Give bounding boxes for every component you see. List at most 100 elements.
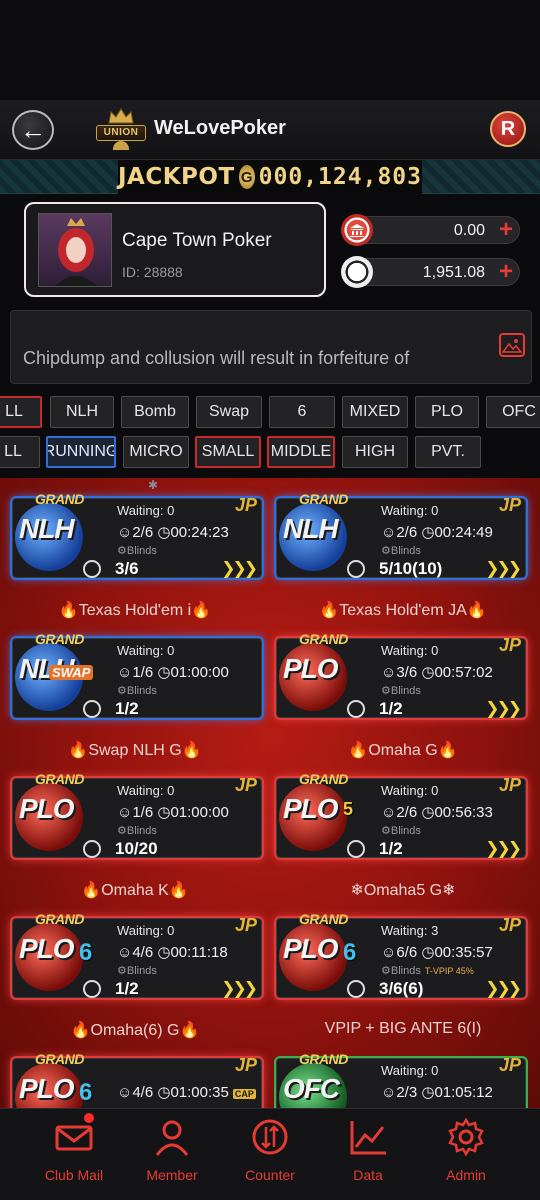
profile-card[interactable]: Cape Town Poker ID: 28888 bbox=[24, 202, 326, 297]
filter-nlh[interactable]: NLH bbox=[50, 396, 114, 428]
filter-plo[interactable]: PLO bbox=[415, 396, 479, 428]
r-button[interactable]: R bbox=[490, 111, 526, 147]
gear-icon bbox=[446, 1117, 486, 1157]
nav-label: Data bbox=[353, 1167, 383, 1183]
enter-arrows-icon[interactable]: ❯❯❯ bbox=[485, 559, 522, 579]
back-button[interactable]: ← bbox=[12, 110, 54, 150]
vpip-badge: T-VPIP 45% bbox=[424, 966, 474, 976]
table-title: 🔥Texas Hold'em JA🔥 bbox=[319, 602, 487, 619]
union-label: UNION bbox=[96, 125, 146, 141]
table-card[interactable]: GRAND PLO 6 JP ☺4/6 ◷01:00:35 CAP bbox=[12, 1051, 262, 1108]
jp-badge: JP bbox=[234, 495, 257, 515]
enter-arrows-icon[interactable]: ❯❯❯ bbox=[485, 699, 522, 719]
bank-amount: 0.00 bbox=[453, 222, 485, 239]
union-sun-icon bbox=[113, 141, 129, 150]
stopwatch-icon bbox=[83, 560, 101, 578]
game-filter-row: LL NLH Bomb Swap 6 MIXED PLO OFC bbox=[0, 396, 540, 430]
stopwatch-icon bbox=[347, 700, 365, 718]
status-bar-area bbox=[0, 0, 540, 100]
filter-6plus[interactable]: 6 bbox=[269, 396, 335, 428]
jp-badge: JP bbox=[498, 495, 521, 515]
enter-arrows-icon[interactable]: ❯❯❯ bbox=[221, 559, 258, 579]
blinds-label: ⚙Blinds bbox=[117, 685, 157, 697]
stake-micro[interactable]: MICRO bbox=[123, 436, 189, 468]
club-name: WeLovePoker bbox=[154, 117, 286, 139]
image-icon[interactable] bbox=[499, 333, 525, 357]
nlh-logo-icon: GRAND NLH bbox=[9, 489, 95, 575]
stake-running[interactable]: RUNNING bbox=[46, 436, 116, 468]
chip-amount: 1,951.08 bbox=[422, 264, 485, 281]
stake-value: 10/20 bbox=[115, 839, 158, 858]
plo6-logo-icon: GRAND PLO 6 bbox=[273, 909, 359, 995]
profile-name: Cape Town Poker bbox=[122, 230, 272, 251]
nav-member[interactable]: Member bbox=[122, 1117, 222, 1197]
waiting-count: Waiting: 0 bbox=[381, 503, 439, 518]
stake-pvt[interactable]: PVT. bbox=[415, 436, 481, 468]
players-time: ☺4/6 ◷01:00:35 CAP bbox=[117, 1084, 256, 1101]
blinds-label: ⚙Blinds bbox=[381, 825, 421, 837]
table-card[interactable]: GRAND PLO 6 Waiting: 3 JP ☺6/6 ◷00:35:57… bbox=[276, 911, 526, 999]
stopwatch-icon bbox=[347, 840, 365, 858]
nav-counter[interactable]: Counter bbox=[220, 1117, 320, 1197]
jp-badge: JP bbox=[234, 1055, 257, 1075]
table-card[interactable]: GRAND PLO 6 Waiting: 0 JP ☺4/6 ◷00:11:18… bbox=[12, 911, 262, 999]
blinds-label: ⚙Blinds T-VPIP 45% bbox=[381, 965, 474, 977]
jp-badge: JP bbox=[234, 915, 257, 935]
swap-nlh-logo-icon: GRAND NLH SWAP bbox=[9, 629, 95, 715]
nav-club-mail[interactable]: Club Mail bbox=[24, 1111, 124, 1197]
jackpot-value: 000,124,803 bbox=[258, 164, 422, 190]
plo5-logo-icon: GRAND PLO 5 bbox=[273, 769, 359, 855]
nav-label: Counter bbox=[245, 1167, 295, 1183]
filter-bomb[interactable]: Bomb bbox=[121, 396, 189, 428]
table-card[interactable]: GRAND PLO Waiting: 0 JP ☺3/6 ◷00:57:02 ⚙… bbox=[276, 631, 526, 719]
mail-icon bbox=[54, 1111, 96, 1157]
counter-icon bbox=[250, 1117, 290, 1157]
players-time: ☺3/6 ◷00:57:02 bbox=[381, 664, 493, 681]
waiting-count: Waiting: 0 bbox=[381, 783, 439, 798]
enter-arrows-icon[interactable]: ❯❯❯ bbox=[485, 839, 522, 859]
member-icon bbox=[152, 1117, 192, 1157]
table-title: 🔥Omaha(6) G🔥 bbox=[70, 1022, 200, 1039]
table-card[interactable]: GRAND PLO Waiting: 0 JP ☺1/6 ◷01:00:00 ⚙… bbox=[12, 771, 262, 858]
stopwatch-icon bbox=[347, 560, 365, 578]
jackpot-label: JACKPOT bbox=[118, 164, 235, 190]
enter-arrows-icon[interactable]: ❯❯❯ bbox=[221, 979, 258, 999]
blinds-label: ⚙Blinds bbox=[381, 545, 421, 557]
stake-high[interactable]: HIGH bbox=[342, 436, 408, 468]
nav-label: Admin bbox=[446, 1167, 486, 1183]
back-arrow-icon: ← bbox=[20, 115, 46, 145]
players-time: ☺2/6 ◷00:24:49 bbox=[381, 524, 493, 541]
stake-value: 5/10(10) bbox=[379, 559, 443, 578]
table-card[interactable]: GRAND NLH SWAP Waiting: 0 ☺1/6 ◷01:00:00… bbox=[12, 631, 262, 718]
chip-add-button[interactable]: + bbox=[499, 259, 513, 285]
bank-add-button[interactable]: + bbox=[499, 217, 513, 243]
nav-data[interactable]: Data bbox=[318, 1117, 418, 1197]
table-card[interactable]: GRAND NLH Waiting: 0 JP ☺2/6 ◷00:24:23 ⚙… bbox=[12, 491, 262, 579]
filter-swap[interactable]: Swap bbox=[196, 396, 262, 428]
bank-balance: 0.00 + bbox=[341, 214, 520, 246]
union-badge: UNION bbox=[96, 108, 146, 152]
snowflake-icon: ✱ bbox=[148, 478, 159, 492]
chart-icon bbox=[348, 1117, 388, 1157]
table-card[interactable]: GRAND PLO 5 Waiting: 0 JP ☺2/6 ◷00:56:33… bbox=[276, 771, 526, 859]
notice-text: Chipdump and collusion will result in fo… bbox=[23, 348, 410, 368]
table-card[interactable]: GRAND OFC Waiting: 0 JP ☺2/3 ◷01:05:12 bbox=[276, 1051, 526, 1108]
stopwatch-icon bbox=[83, 840, 101, 858]
stake-middle[interactable]: MIDDLE bbox=[267, 436, 335, 468]
players-time: ☺2/6 ◷00:24:23 bbox=[117, 524, 229, 541]
table-card[interactable]: GRAND NLH Waiting: 0 JP ☺2/6 ◷00:24:49 ⚙… bbox=[276, 491, 526, 579]
filter-mixed[interactable]: MIXED bbox=[342, 396, 408, 428]
filter-all[interactable]: LL bbox=[0, 396, 42, 428]
enter-arrows-icon[interactable]: ❯❯❯ bbox=[485, 979, 522, 999]
players-time: ☺1/6 ◷01:00:00 bbox=[117, 804, 229, 821]
nav-admin[interactable]: Admin bbox=[416, 1117, 516, 1197]
stake-value: 1/2 bbox=[115, 979, 139, 998]
stake-value: 1/2 bbox=[379, 699, 403, 718]
stake-all[interactable]: LL bbox=[0, 436, 40, 468]
stake-small[interactable]: SMALL bbox=[195, 436, 261, 468]
jp-badge: JP bbox=[498, 775, 521, 795]
jackpot-bar: JACKPOT G 000,124,803 bbox=[0, 160, 540, 194]
stopwatch-icon bbox=[83, 980, 101, 998]
filter-ofc[interactable]: OFC bbox=[486, 396, 540, 428]
table-list[interactable]: ✱ GRAND NLH Waiting: 0 JP ☺2/6 ◷00:24:23… bbox=[0, 478, 540, 1108]
